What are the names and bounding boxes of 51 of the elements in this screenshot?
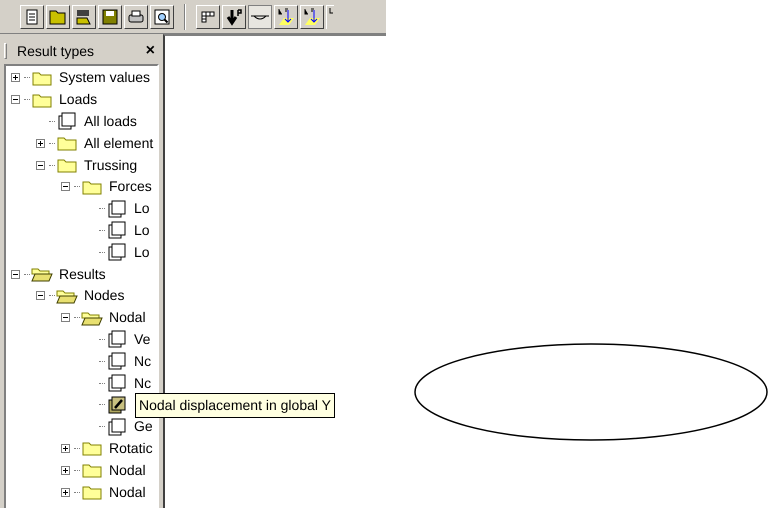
folder-icon: [82, 178, 102, 195]
collapse-icon[interactable]: [10, 270, 20, 279]
save-icon[interactable]: [98, 4, 122, 28]
collapse-icon[interactable]: [36, 291, 44, 300]
folder-icon: [82, 440, 102, 456]
folder-icon: [82, 484, 102, 500]
panel-title: Result types: [17, 42, 94, 61]
tree-item-label[interactable]: Lo: [133, 242, 151, 263]
expand-icon[interactable]: [10, 73, 20, 82]
new-document-icon[interactable]: [20, 4, 44, 28]
tree-item-label[interactable]: Lo: [133, 198, 151, 220]
tree-item-label[interactable]: Nodal: [108, 460, 147, 481]
tree-item-label[interactable]: All loads: [83, 110, 138, 132]
tree-item-label[interactable]: Trussing: [83, 154, 138, 176]
expand-icon[interactable]: [60, 488, 70, 497]
open-folder-icon: [56, 288, 78, 304]
grid-icon[interactable]: [196, 4, 220, 28]
open-folder-icon: [81, 310, 103, 326]
open-folder-icon[interactable]: [46, 4, 70, 28]
folder-icon: [57, 157, 77, 174]
tree-item-label[interactable]: Loads: [58, 89, 98, 110]
collapse-icon[interactable]: [60, 313, 70, 322]
tree-item-label[interactable]: Nodal: [108, 307, 147, 328]
tree-item-label[interactable]: Ve: [133, 328, 152, 350]
tree-item-label[interactable]: Nc: [133, 350, 152, 372]
tree-item-label[interactable]: Nodal: [108, 482, 147, 503]
tooltip: Nodal displacement in global Y: [135, 393, 335, 418]
expand-icon[interactable]: [36, 138, 44, 148]
tree-item-label[interactable]: All element: [83, 132, 154, 154]
collapse-icon[interactable]: [36, 160, 44, 170]
folder-icon: [32, 70, 52, 86]
expand-icon[interactable]: [60, 466, 70, 475]
tree-item-label[interactable]: Nodes: [83, 285, 126, 306]
tree-item-label[interactable]: System values: [58, 67, 152, 88]
close-button[interactable]: ×: [146, 43, 155, 59]
collapse-icon[interactable]: [60, 182, 70, 192]
open-folder-icon: [31, 266, 53, 282]
tree-item-label[interactable]: Ge: [133, 416, 154, 438]
folder-icon: [57, 135, 77, 152]
folder-icon: [82, 462, 102, 478]
collapse-icon[interactable]: [10, 95, 20, 104]
tree-item-label[interactable]: Rotatic: [108, 438, 154, 459]
beam-icon[interactable]: [248, 4, 272, 28]
tree-item-label[interactable]: Lo: [133, 220, 151, 241]
print-preview-icon[interactable]: [150, 4, 174, 28]
folder-icon: [32, 92, 52, 108]
tree-item-label[interactable]: Results: [58, 264, 107, 285]
tree-item-label[interactable]: Forces: [108, 176, 153, 198]
expand-icon[interactable]: [60, 444, 70, 453]
tree-item-label[interactable]: Nc: [133, 372, 152, 394]
print-icon[interactable]: [124, 4, 148, 28]
